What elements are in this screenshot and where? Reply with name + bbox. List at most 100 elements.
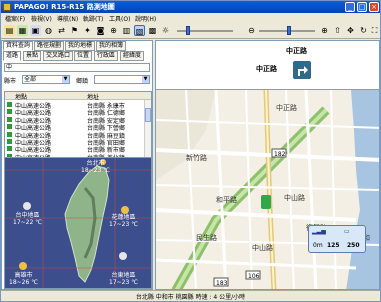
district-label: 鄉鎮 xyxy=(76,78,89,85)
tab-poi[interactable]: 景點 xyxy=(23,51,42,61)
star-icon[interactable]: ✦ xyxy=(82,25,93,36)
chevron-down-icon: ▼ xyxy=(62,76,69,83)
map-road-label: 中山路 xyxy=(252,243,273,252)
north-icon[interactable]: ⇧ xyxy=(332,25,343,36)
column-header-place[interactable]: 地點 xyxy=(15,92,27,101)
tab-district[interactable]: 行政區 xyxy=(94,51,119,61)
tab-route-plan[interactable]: 路徑規劃 xyxy=(34,41,65,51)
layer-icon[interactable]: ▥ xyxy=(121,25,132,36)
weather-map: 台北市 18~23 ℃ 台中地區 17~22 ℃ 花蓮地區 17~23 ℃ 高雄… xyxy=(4,157,152,289)
signal-icon: ▂▃▅ xyxy=(312,228,326,235)
menu-bar: 檔案(F) 檢視(V) 導航(N) 軌跡(T) 工具(O) 說明(H) xyxy=(1,13,380,23)
zoom-out-icon[interactable]: ⊖ xyxy=(246,25,257,36)
chevron-down-icon: ▼ xyxy=(142,76,149,83)
city-select-value: 全部 xyxy=(24,76,37,83)
district-select[interactable]: ▼ xyxy=(94,75,150,84)
weather-taipei[interactable]: 台北市 18~23 ℃ xyxy=(81,160,110,174)
print-icon[interactable]: ▣ xyxy=(30,25,41,36)
map-road-label: 中山路 xyxy=(284,193,305,202)
weather-hualien-city: 花蓮地區 xyxy=(111,214,136,221)
app-icon xyxy=(3,3,11,11)
menu-tools[interactable]: 工具(O) xyxy=(109,14,130,23)
gauge-scale: 125 xyxy=(327,242,340,249)
road-icon xyxy=(7,116,12,122)
city-select[interactable]: 全部 ▼ xyxy=(22,75,70,84)
title-bar: PAPAGO! R15-R15 路測地圖 _ □ × xyxy=(1,1,380,13)
route-icon[interactable]: ⇄ xyxy=(56,25,67,36)
speed-scale-gauge: ▂▃▅ ▭ 0m 125 250 xyxy=(308,225,366,253)
search-panel: 資料查詢 路徑規劃 我的地標 我的相簿 道路 景點 交叉路口 位置 行政區 經緯… xyxy=(1,40,153,290)
tab-data-query[interactable]: 資料查詢 xyxy=(3,41,34,51)
next-road-label: 中正路 xyxy=(256,65,277,73)
column-header-address[interactable]: 地址 xyxy=(87,92,99,101)
globe-icon[interactable]: ◍ xyxy=(43,25,54,36)
sun-icon[interactable]: ☼ xyxy=(160,25,171,36)
map-road-label: 和平路 xyxy=(216,195,237,204)
result-list: 地點 地址 中山高速公路 台南縣 永康市 中山高速公路 台南縣 仁德鄉 中山高速公路 台南… xyxy=(4,91,152,167)
close-button[interactable]: × xyxy=(369,2,379,12)
weather-taipei-city: 台北市 xyxy=(86,160,105,167)
minimize-button[interactable]: _ xyxy=(345,2,355,12)
weather-kaohsiung-temp: 18~26 ℃ xyxy=(9,279,38,286)
map-road-label: 民生路 xyxy=(196,233,217,242)
city-label: 縣市 xyxy=(4,78,17,85)
maximize-button[interactable]: □ xyxy=(357,2,367,12)
open-icon[interactable]: ▤ xyxy=(4,25,15,36)
weather-hualien[interactable]: 花蓮地區 17~23 ℃ xyxy=(109,214,138,228)
current-road-label: 中正路 xyxy=(286,47,307,55)
pan-icon[interactable]: ✥ xyxy=(345,25,356,36)
fullscreen-icon[interactable]: ⛶ xyxy=(369,25,380,36)
status-bar: 台北縣 中和市 桃園縣 時速 : 4 公里/小時 xyxy=(1,290,380,301)
zoom-in-icon[interactable]: ⊕ xyxy=(319,25,330,36)
tab-my-landmarks[interactable]: 我的地標 xyxy=(65,41,96,51)
search-input[interactable]: 中 xyxy=(4,63,150,72)
street-map[interactable]: 中正路中山路新竹路和平路水和民生路中山路復興路182106183 xyxy=(156,90,380,290)
weather-taipei-temp: 18~23 ℃ xyxy=(81,167,110,174)
tab-road[interactable]: 道路 xyxy=(3,51,22,61)
route-number-label: 182 xyxy=(274,151,286,158)
road-icon xyxy=(7,139,12,144)
map-road-label: 新竹路 xyxy=(186,153,207,162)
road-icon xyxy=(7,131,12,137)
map-mode-icon[interactable]: ▧ xyxy=(134,25,145,36)
track-icon[interactable]: ⊕ xyxy=(108,25,119,36)
navigation-instruction-panel: 中正路 中正路 xyxy=(156,41,379,90)
grid-icon[interactable]: ▩ xyxy=(147,25,158,36)
zoom-slider[interactable] xyxy=(287,26,291,35)
route-number-label: 106 xyxy=(248,273,260,280)
gauge-zoom: 0m xyxy=(313,242,323,249)
weather-kaohsiung[interactable]: 高雄市 18~26 ℃ xyxy=(9,272,38,286)
tab-coordinates[interactable]: 經緯度 xyxy=(120,51,145,61)
menu-file[interactable]: 檔案(F) xyxy=(5,14,25,23)
menu-track[interactable]: 軌跡(T) xyxy=(83,14,103,23)
tab-my-album[interactable]: 我的相簿 xyxy=(96,41,127,51)
region-filter-row: 縣市 全部 ▼ 鄉鎮 ▼ xyxy=(4,75,152,85)
status-text: 台北縣 中和市 桃園縣 時速 : 4 公里/小時 xyxy=(135,294,246,301)
weather-taitung-temp: 17~23 ℃ xyxy=(109,279,138,286)
menu-view[interactable]: 檢視(V) xyxy=(31,14,52,23)
rotate-icon[interactable]: ↻ xyxy=(358,25,369,36)
menu-help[interactable]: 說明(H) xyxy=(135,14,156,23)
search-row: 中 xyxy=(4,63,152,72)
window-title: PAPAGO! R15-R15 路測地圖 xyxy=(14,3,115,11)
menu-navigate[interactable]: 導航(N) xyxy=(57,14,78,23)
weather-taichung[interactable]: 台中地區 17~22 ℃ xyxy=(13,212,42,226)
turn-right-icon xyxy=(293,61,311,79)
battery-icon: ▭ xyxy=(344,228,350,235)
scroll-thumb[interactable] xyxy=(145,108,151,122)
app-window: PAPAGO! R15-R15 路測地圖 _ □ × 檔案(F) 檢視(V) 導… xyxy=(0,0,381,302)
tab-location[interactable]: 位置 xyxy=(74,51,93,61)
flag-icon[interactable]: ⚑ xyxy=(69,25,80,36)
save-icon[interactable]: ▦ xyxy=(17,25,28,36)
weather-taitung[interactable]: 台東地區 17~23 ℃ xyxy=(109,272,138,286)
volume-slider[interactable] xyxy=(186,26,190,35)
map-view[interactable]: 中正路 中正路 中正路 中山路新竹路 和平路 民生路 中山路 182 106 1… xyxy=(155,40,380,290)
road-icon xyxy=(7,109,12,115)
tab-intersection[interactable]: 交叉路口 xyxy=(43,51,74,61)
weather-taichung-city: 台中地區 xyxy=(15,212,40,219)
road-icon xyxy=(7,102,12,107)
toolbar: ▤ ▦ ▣ ◍ ⇄ ⚑ ✦ ◙ ⊕ ▥ ▧ ▩ ☼ ⊖ ⊕ ⇧ ✥ ↻ ⛶ xyxy=(1,23,380,39)
map-road-label: 中正路 xyxy=(276,103,297,112)
weather-taitung-city: 台東地區 xyxy=(111,272,136,279)
camera-icon[interactable]: ◙ xyxy=(95,25,106,36)
